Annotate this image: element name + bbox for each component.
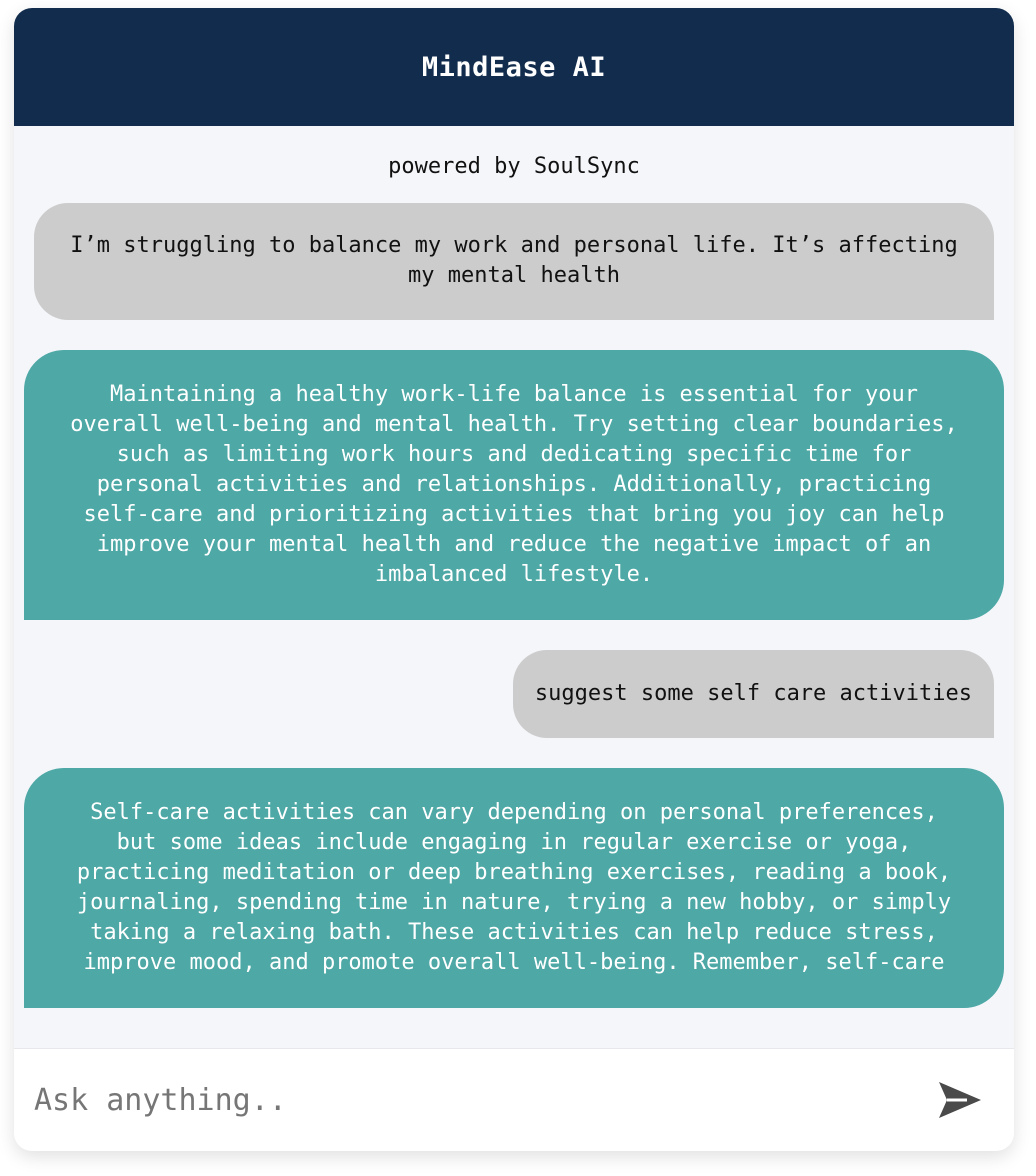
assistant-message: Self-care activities can vary depending … [24, 768, 1004, 1008]
composer [14, 1048, 1014, 1151]
user-message: I’m struggling to balance my work and pe… [34, 203, 994, 320]
app-title: MindEase AI [421, 51, 607, 83]
assistant-message: Maintaining a healthy work-life balance … [24, 350, 1004, 620]
chat-area[interactable]: powered by SoulSync I’m struggling to ba… [14, 126, 1014, 1049]
user-message-row: suggest some self care activities [14, 650, 1014, 738]
header: MindEase AI [14, 8, 1014, 126]
send-icon [939, 1082, 981, 1118]
powered-by-label: powered by SoulSync [388, 154, 640, 179]
message-input[interactable] [14, 1069, 930, 1131]
send-button[interactable] [930, 1070, 990, 1130]
chat-window: MindEase AI powered by SoulSync I’m stru… [14, 8, 1014, 1151]
user-message: suggest some self care activities [512, 650, 994, 738]
